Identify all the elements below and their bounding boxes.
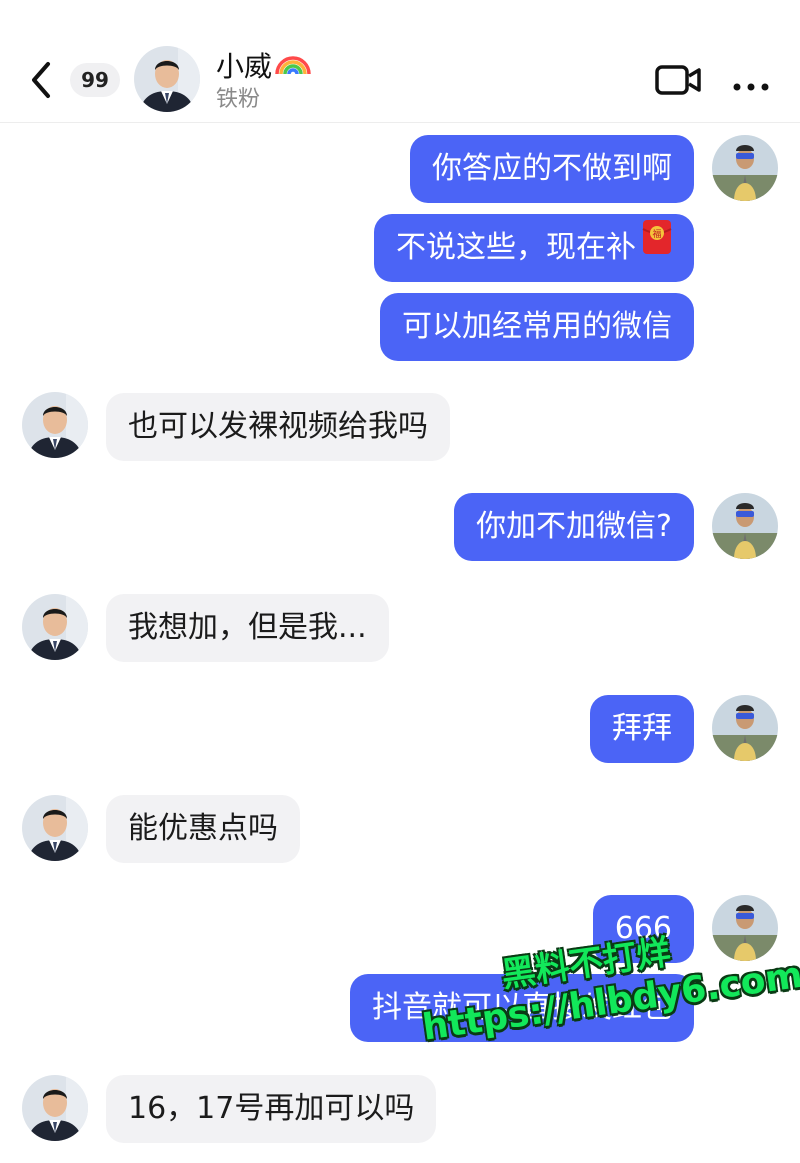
- contact-avatar[interactable]: [22, 795, 88, 861]
- red-envelope-icon: 福: [642, 212, 672, 280]
- message-bubble-incoming[interactable]: 16，17号再加可以吗: [106, 1075, 437, 1143]
- my-avatar[interactable]: [712, 895, 778, 961]
- message-text: 不说这些，现在补: [396, 230, 636, 265]
- contact-avatar[interactable]: [22, 1075, 88, 1141]
- more-options-icon[interactable]: [733, 76, 769, 95]
- back-arrow-icon[interactable]: [28, 60, 56, 104]
- contact-avatar[interactable]: [22, 392, 88, 458]
- contact-subtitle: 铁粉: [216, 87, 261, 112]
- message-bubble-outgoing[interactable]: 抖音就可以直接发红包: [350, 974, 694, 1042]
- message-bubble-outgoing[interactable]: 你加不加微信?: [454, 493, 694, 561]
- my-avatar[interactable]: [712, 493, 778, 559]
- my-avatar[interactable]: [712, 695, 778, 761]
- video-call-icon[interactable]: [655, 64, 701, 100]
- unread-count-badge[interactable]: 99: [70, 63, 120, 97]
- my-avatar[interactable]: [712, 135, 778, 201]
- contact-avatar[interactable]: [134, 46, 200, 112]
- message-bubble-incoming[interactable]: 我想加，但是我...: [106, 594, 389, 662]
- svg-text:福: 福: [652, 228, 661, 240]
- contact-avatar[interactable]: [22, 594, 88, 660]
- message-bubble-outgoing[interactable]: 你答应的不做到啊: [410, 135, 694, 203]
- rainbow-icon: [274, 48, 312, 85]
- message-bubble-incoming[interactable]: 能优惠点吗: [106, 795, 300, 863]
- chat-header: 99 小威 铁粉: [0, 0, 800, 123]
- message-bubble-outgoing[interactable]: 可以加经常用的微信: [380, 293, 694, 361]
- contact-name: 小威: [216, 49, 273, 83]
- message-bubble-incoming[interactable]: 也可以发裸视频给我吗: [106, 393, 450, 461]
- message-bubble-outgoing[interactable]: 不说这些，现在补 福: [374, 214, 694, 282]
- message-bubble-outgoing[interactable]: 666: [592, 895, 694, 963]
- message-bubble-outgoing[interactable]: 拜拜: [590, 695, 694, 763]
